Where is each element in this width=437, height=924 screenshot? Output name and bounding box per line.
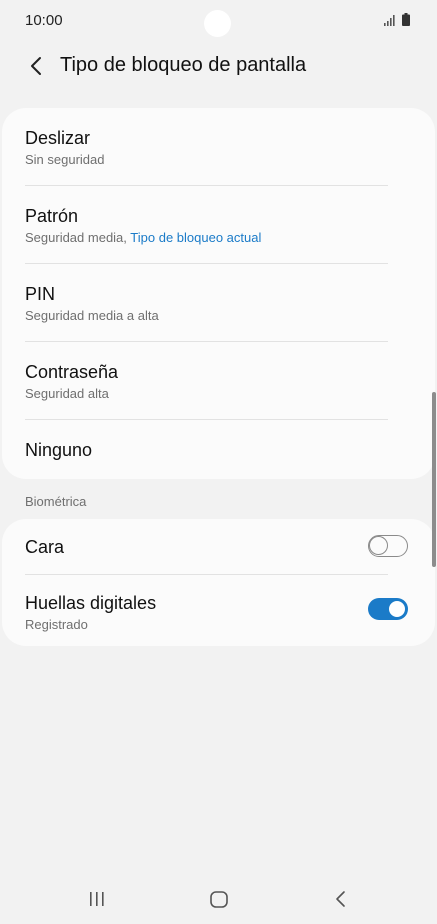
chevron-left-icon xyxy=(31,57,41,75)
page-title: Tipo de bloqueo de pantalla xyxy=(60,54,307,76)
lock-option-title: Contraseña xyxy=(25,362,119,382)
lock-type-list: Deslizar Sin seguridad Patrón Seguridad … xyxy=(2,108,435,479)
lock-option-subtitle: Seguridad media a alta xyxy=(25,308,159,323)
current-lock-label: Tipo de bloqueo actual xyxy=(130,230,262,245)
home-button[interactable] xyxy=(199,886,239,912)
fingerprint-toggle[interactable] xyxy=(368,598,408,620)
battery-icon xyxy=(402,13,410,26)
lock-option-title: Ninguno xyxy=(25,440,93,460)
section-label-biometrics: Biométrica xyxy=(25,494,87,509)
biometric-title: Cara xyxy=(25,537,65,557)
toggle-knob xyxy=(387,599,407,619)
recent-apps-icon xyxy=(90,892,104,906)
camera-cutout xyxy=(204,10,231,37)
lock-option-subtitle: Sin seguridad xyxy=(25,152,105,167)
app-header: Tipo de bloqueo de pantalla xyxy=(0,44,437,88)
security-level: Seguridad media, xyxy=(25,230,127,245)
biometric-fingerprint[interactable]: Huellas digitales Registrado xyxy=(2,575,435,646)
back-icon xyxy=(336,891,345,907)
lock-option-pin[interactable]: PIN Seguridad media a alta xyxy=(2,264,435,342)
lock-option-title: PIN xyxy=(25,284,56,304)
lock-option-none[interactable]: Ninguno xyxy=(2,420,435,479)
back-button[interactable] xyxy=(20,50,52,82)
lock-option-title: Deslizar xyxy=(25,128,91,148)
navigation-bar xyxy=(0,872,437,924)
biometric-face[interactable]: Cara xyxy=(2,519,435,575)
recent-apps-button[interactable] xyxy=(77,886,117,912)
toggle-knob xyxy=(369,536,388,555)
face-toggle[interactable] xyxy=(368,535,408,557)
biometrics-list: Cara Huellas digitales Registrado xyxy=(2,519,435,646)
lock-option-password[interactable]: Contraseña Seguridad alta xyxy=(2,342,435,420)
status-bar: 10:00 xyxy=(0,0,437,40)
nav-back-button[interactable] xyxy=(321,886,361,912)
status-icons xyxy=(382,13,412,27)
lock-option-pattern[interactable]: Patrón Seguridad media, Tipo de bloqueo … xyxy=(2,186,435,264)
scrollbar[interactable] xyxy=(432,392,436,567)
biometric-title: Huellas digitales xyxy=(25,593,157,613)
lock-option-subtitle: Seguridad alta xyxy=(25,386,109,401)
biometric-subtitle: Registrado xyxy=(25,617,88,632)
status-time: 10:00 xyxy=(25,12,63,29)
home-icon xyxy=(210,891,228,908)
lock-option-subtitle: Seguridad media, Tipo de bloqueo actual xyxy=(25,230,261,245)
lock-option-title: Patrón xyxy=(25,206,79,226)
lock-option-swipe[interactable]: Deslizar Sin seguridad xyxy=(2,108,435,186)
